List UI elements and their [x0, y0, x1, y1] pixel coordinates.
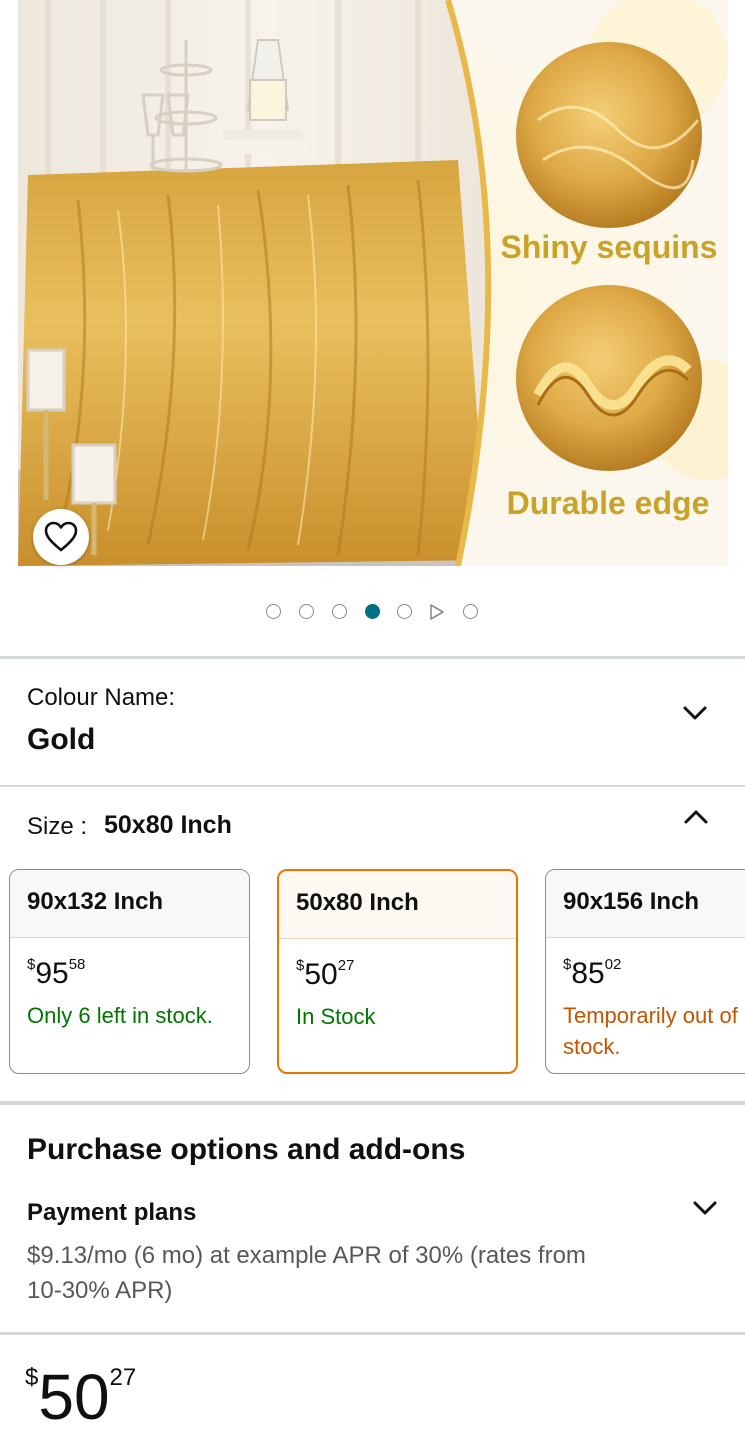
availability-text: In Stock [296, 1004, 376, 1029]
size-option-price: $5027 [296, 957, 355, 991]
divider [0, 1332, 745, 1335]
size-label: Size : [27, 813, 88, 840]
heart-outline-icon [44, 521, 78, 552]
carousel-dot[interactable] [463, 604, 478, 619]
callout-durable-edge: Durable edge [507, 485, 710, 521]
payment-plans-description: $9.13/mo (6 mo) at example APR of 30% (r… [27, 1242, 586, 1304]
carousel-dot[interactable] [266, 604, 281, 619]
size-selector-header[interactable]: Size : 50x80 Inch [0, 788, 745, 858]
size-option-card[interactable]: 90x132 Inch $9558 Only 6 left in stock. [9, 869, 250, 1074]
size-option-card[interactable]: 90x156 Inch $8502 Temporarily out of sto… [545, 869, 745, 1074]
price-currency: $ [25, 1364, 39, 1391]
carousel-dot[interactable] [299, 604, 314, 619]
video-play-icon[interactable] [429, 603, 445, 621]
price-whole: 50 [38, 1361, 110, 1433]
availability-text: Temporarily out of stock. [563, 1003, 738, 1059]
price-fraction: 27 [109, 1364, 137, 1391]
size-option-name: 50x80 Inch [279, 871, 516, 939]
image-carousel-indicator [0, 602, 745, 622]
size-option-card-selected[interactable]: 50x80 Inch $5027 In Stock [277, 869, 518, 1074]
carousel-dot[interactable] [332, 604, 347, 619]
product-price: $5027 [25, 1360, 136, 1434]
size-option-price: $9558 [27, 956, 86, 990]
size-option-price: $8502 [563, 956, 622, 990]
chevron-up-icon[interactable] [683, 808, 709, 826]
divider [0, 1101, 745, 1105]
availability-text: Only 6 left in stock. [27, 1003, 213, 1028]
chevron-down-icon[interactable] [682, 704, 708, 722]
size-option-name: 90x156 Inch [546, 870, 745, 938]
carousel-dot[interactable] [397, 604, 412, 619]
carousel-dot-active[interactable] [365, 604, 380, 619]
payment-plans-title: Payment plans [27, 1199, 197, 1226]
colour-selector[interactable]: Colour Name: Gold [0, 660, 745, 785]
wishlist-button[interactable] [33, 509, 89, 565]
colour-value: Gold [27, 723, 96, 756]
product-image[interactable]: Shiny sequins Durable edge [18, 0, 728, 566]
chevron-down-icon[interactable] [692, 1199, 718, 1217]
callout-shiny-sequins: Shiny sequins [501, 229, 718, 265]
divider [0, 785, 745, 787]
divider [0, 656, 745, 659]
size-option-name: 90x132 Inch [10, 870, 249, 938]
size-value: 50x80 Inch [104, 811, 232, 839]
section-title: Purchase options and add-ons [27, 1133, 466, 1166]
tablecloth-photo: Shiny sequins Durable edge [18, 0, 728, 566]
size-options-scroller[interactable]: 90x132 Inch $9558 Only 6 left in stock. … [0, 868, 745, 1076]
colour-label: Colour Name: [27, 684, 176, 711]
